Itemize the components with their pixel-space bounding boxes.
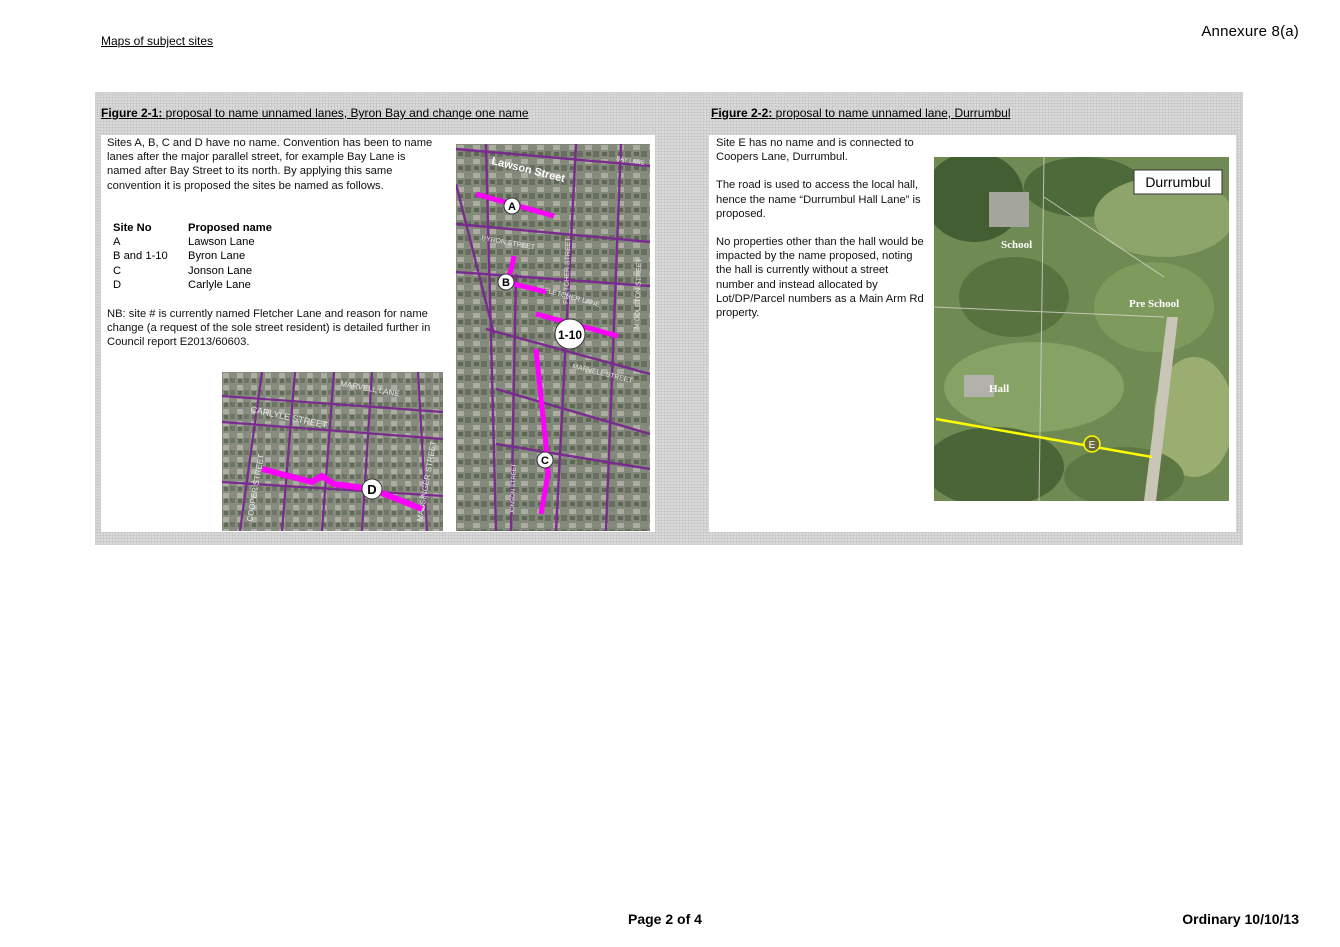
map-title: Durrumbul bbox=[1145, 174, 1210, 190]
table-header-name: Proposed name bbox=[188, 222, 272, 234]
figure2-label: Figure 2-2: bbox=[711, 106, 773, 120]
site-no: C bbox=[113, 264, 122, 277]
table-row: C Jonson Lane bbox=[113, 264, 272, 278]
figure1-label: Figure 2-1: bbox=[101, 106, 163, 120]
site-1-10-marker-label: 1-10 bbox=[558, 328, 582, 342]
table-row: B and 1-10 Byron Lane bbox=[113, 249, 272, 263]
map-durrumbul: E School Pre School Hall Durrumbul bbox=[934, 157, 1229, 501]
proposed-name: Byron Lane bbox=[188, 250, 246, 263]
figure2-text: Site E has no name and is connected to C… bbox=[716, 136, 926, 334]
table-row: A Lawson Lane bbox=[113, 235, 272, 249]
site-no: D bbox=[113, 278, 122, 291]
figure2-paragraph: No properties other than the hall would … bbox=[716, 236, 924, 320]
proposed-name: Carlyle Lane bbox=[188, 278, 251, 291]
meeting-label: Ordinary 10/10/13 bbox=[1182, 911, 1299, 927]
site-e-marker-label: E bbox=[1089, 440, 1096, 451]
figure2-paragraph: Site E has no name and is connected to C… bbox=[716, 137, 914, 164]
map-byron-bay: Lawson Street BYRON STREET FLETCHER STRE… bbox=[456, 144, 650, 531]
proposed-name: Lawson Lane bbox=[188, 236, 255, 249]
site-d-marker-label: D bbox=[367, 482, 376, 497]
page-subtitle: Maps of subject sites bbox=[101, 34, 214, 48]
sites-table: Site No Proposed name A Lawson Lane B an… bbox=[113, 221, 272, 292]
site-no: B and 1-10 bbox=[113, 250, 168, 263]
figure2-caption-text: proposal to name unnamed lane, Durrumbul bbox=[772, 106, 1011, 120]
page-number: Page 2 of 4 bbox=[628, 911, 702, 927]
site-b-marker-label: B bbox=[502, 277, 510, 289]
annexure-label: Annexure 8(a) bbox=[1201, 23, 1299, 40]
site-a-marker-label: A bbox=[508, 201, 516, 213]
map-label-hall: Hall bbox=[989, 383, 1009, 395]
site-no: A bbox=[113, 236, 121, 249]
figure1-caption: Figure 2-1: proposal to name unnamed lan… bbox=[101, 106, 529, 120]
figure2-paragraph: The road is used to access the local hal… bbox=[716, 179, 921, 220]
figure1-intro: Sites A, B, C and D have no name. Conven… bbox=[107, 137, 433, 192]
proposed-name: Jonson Lane bbox=[188, 264, 253, 277]
site-c-marker-label: C bbox=[541, 455, 549, 467]
table-header-site: Site No bbox=[113, 222, 152, 234]
figure1-note: NB: site # is currently named Fletcher L… bbox=[107, 308, 431, 349]
map-label-school: School bbox=[1001, 239, 1032, 251]
map-label-pre-school: Pre School bbox=[1129, 298, 1179, 310]
figure1-caption-text: proposal to name unnamed lanes, Byron Ba… bbox=[162, 106, 529, 120]
table-row: D Carlyle Lane bbox=[113, 278, 272, 292]
map-site-d: CARLYLE STREET MARVELL LANE COOPER STREE… bbox=[222, 372, 443, 531]
figure2-caption: Figure 2-2: proposal to name unnamed lan… bbox=[711, 106, 1010, 120]
